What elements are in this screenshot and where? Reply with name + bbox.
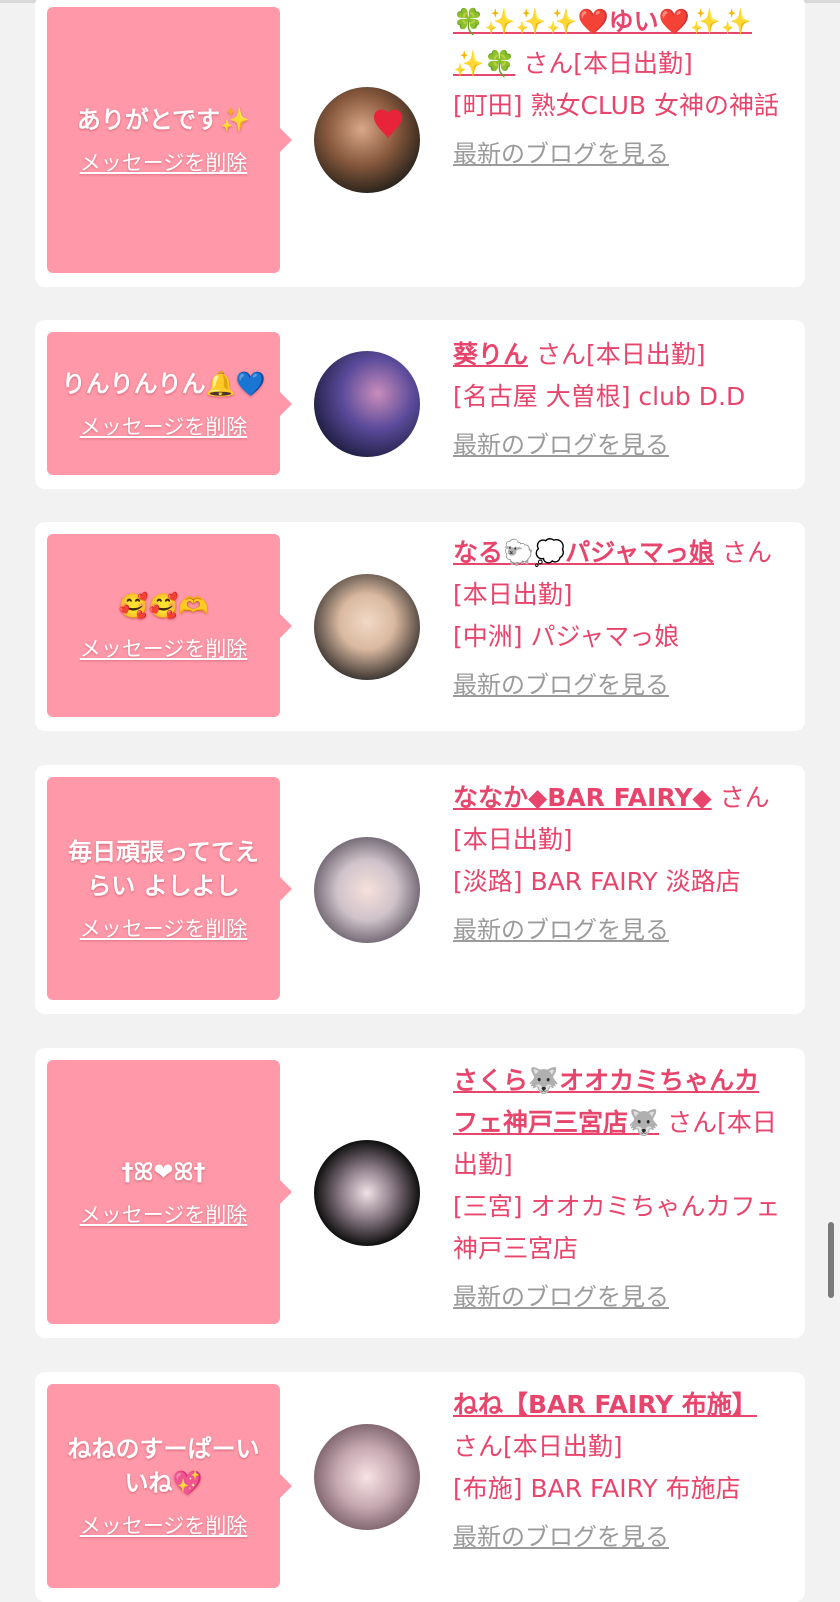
- shop-name: [三宮] オオカミちゃんカフェ神戸三宮店: [453, 1192, 781, 1263]
- message-card: りんりんりん🔔💙 メッセージを削除 葵りん さん[本日出勤] [名古屋 大曽根]…: [35, 320, 805, 489]
- latest-blog-link[interactable]: 最新のブログを見る: [453, 1516, 669, 1558]
- heart-icon: [374, 109, 402, 139]
- message-card: 毎日頑張っててえらい よしよし メッセージを削除 ななか◆BAR FAIRY◆ …: [35, 765, 805, 1014]
- latest-blog-link[interactable]: 最新のブログを見る: [453, 133, 669, 175]
- shop-name: [淡路] BAR FAIRY 淡路店: [453, 867, 741, 896]
- girl-info: ななか◆BAR FAIRY◆ さん [本日出勤] [淡路] BAR FAIRY 淡…: [453, 777, 783, 951]
- message-card: 🥰🥰🫶 メッセージを削除 なる🐑💭パジャマっ娘 さん [本日出勤] [中洲] パジ…: [35, 522, 805, 731]
- message-bubble: †ꕤ❤︎ꕤ† メッセージを削除: [47, 1060, 292, 1324]
- honorific: さん: [528, 340, 586, 369]
- message-card: ねねのすーぱーいいね💖 メッセージを削除 ねね【BAR FAIRY 布施】 さん…: [35, 1372, 805, 1602]
- shop-name: [中洲] パジャマっ娘: [453, 622, 680, 651]
- attendance-status: [本日出勤]: [573, 49, 693, 78]
- message-bubble: 🥰🥰🫶 メッセージを削除: [47, 534, 292, 717]
- avatar[interactable]: [314, 1140, 420, 1246]
- message-text: 毎日頑張っててえらい よしよし: [68, 837, 259, 900]
- girl-info: さくら🐺オオカミちゃんカフェ神戸三宮店🐺 さん[本日出勤] [三宮] オオカミち…: [453, 1060, 783, 1318]
- message-text: †ꕤ❤︎ꕤ†: [121, 1158, 206, 1186]
- delete-message-link[interactable]: メッセージを削除: [80, 1199, 248, 1229]
- girl-name-link[interactable]: ななか◆BAR FAIRY◆: [453, 783, 712, 812]
- girl-info: なる🐑💭パジャマっ娘 さん [本日出勤] [中洲] パジャマっ娘 最新のブログを見…: [453, 532, 783, 706]
- scrollbar[interactable]: [828, 1222, 834, 1298]
- latest-blog-link[interactable]: 最新のブログを見る: [453, 909, 669, 951]
- delete-message-link[interactable]: メッセージを削除: [80, 147, 248, 177]
- girl-info: ねね【BAR FAIRY 布施】 さん[本日出勤] [布施] BAR FAIRY…: [453, 1384, 783, 1558]
- honorific: さん: [714, 538, 772, 567]
- girl-name-link[interactable]: なる🐑💭パジャマっ娘: [453, 538, 714, 567]
- shop-name: [布施] BAR FAIRY 布施店: [453, 1474, 741, 1503]
- message-text: りんりんりん🔔💙: [61, 369, 266, 398]
- girl-info: 🍀✨✨✨❤️ゆい❤️✨✨✨🍀 さん[本日出勤] [町田] 熟女CLUB 女神の神…: [453, 1, 783, 175]
- message-text: ありがとです✨: [76, 106, 251, 134]
- avatar[interactable]: [314, 1424, 420, 1530]
- message-text: 🥰🥰🫶: [118, 591, 209, 620]
- shop-name: [町田] 熟女CLUB 女神の神話: [453, 91, 779, 120]
- attendance-status: [本日出勤]: [453, 825, 573, 854]
- attendance-status: [本日出勤]: [585, 340, 706, 369]
- latest-blog-link[interactable]: 最新のブログを見る: [453, 664, 669, 706]
- delete-message-link[interactable]: メッセージを削除: [80, 913, 248, 943]
- message-text: ねねのすーぱーいいね💖: [67, 1435, 260, 1497]
- girl-info: 葵りん さん[本日出勤] [名古屋 大曽根] club D.D 最新のブログを見…: [453, 334, 783, 466]
- avatar[interactable]: [314, 351, 420, 457]
- honorific: さん: [453, 1432, 504, 1461]
- honorific: さん: [659, 1108, 718, 1137]
- message-bubble: ありがとです✨ メッセージを削除: [47, 7, 292, 273]
- delete-message-link[interactable]: メッセージを削除: [80, 1510, 248, 1540]
- latest-blog-link[interactable]: 最新のブログを見る: [453, 424, 669, 466]
- delete-message-link[interactable]: メッセージを削除: [80, 633, 248, 663]
- message-card: †ꕤ❤︎ꕤ† メッセージを削除 さくら🐺オオカミちゃんカフェ神戸三宮店🐺 さん[…: [35, 1048, 805, 1338]
- honorific: さん: [711, 783, 770, 812]
- avatar[interactable]: [314, 87, 420, 193]
- attendance-status: [本日出勤]: [503, 1432, 623, 1461]
- avatar[interactable]: [314, 574, 420, 680]
- girl-name-link[interactable]: 葵りん: [453, 340, 528, 369]
- avatar[interactable]: [314, 837, 420, 943]
- latest-blog-link[interactable]: 最新のブログを見る: [453, 1276, 669, 1318]
- girl-name-link[interactable]: ねね【BAR FAIRY 布施】: [453, 1390, 757, 1419]
- message-bubble: りんりんりん🔔💙 メッセージを削除: [47, 332, 292, 475]
- message-bubble: ねねのすーぱーいいね💖 メッセージを削除: [47, 1384, 292, 1588]
- honorific: さん: [515, 49, 574, 78]
- attendance-status: [本日出勤]: [453, 580, 573, 609]
- message-card: ありがとです✨ メッセージを削除 🍀✨✨✨❤️ゆい❤️✨✨✨🍀 さん[本日出勤]…: [35, 0, 805, 287]
- message-bubble: 毎日頑張っててえらい よしよし メッセージを削除: [47, 777, 292, 1000]
- shop-name: [名古屋 大曽根] club D.D: [453, 382, 746, 411]
- delete-message-link[interactable]: メッセージを削除: [80, 411, 248, 441]
